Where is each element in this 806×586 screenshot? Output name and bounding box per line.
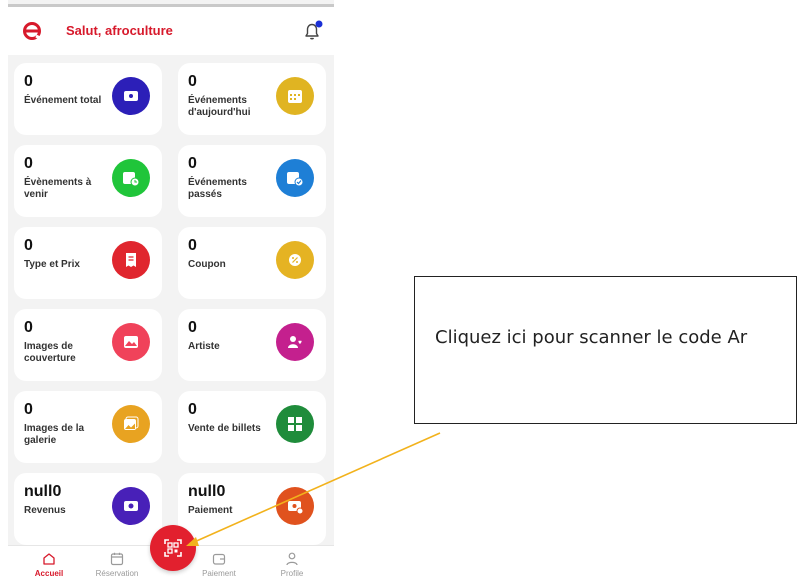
- stat-value: 0: [188, 73, 197, 90]
- stat-card[interactable]: 0 Coupon: [178, 227, 326, 299]
- stat-value: 0: [188, 155, 197, 172]
- stat-value: 0: [24, 73, 33, 90]
- stat-card[interactable]: 0 Événements passés: [178, 145, 326, 217]
- stat-label: Type et Prix: [24, 259, 80, 270]
- ticket-icon: [112, 77, 150, 115]
- stat-label: Artiste: [188, 341, 220, 352]
- stat-value: 0: [188, 237, 197, 254]
- home-icon: [43, 553, 55, 565]
- stat-card[interactable]: 0 Type et Prix: [14, 227, 162, 299]
- stat-label: Événements d'aujourd'hui: [188, 95, 251, 118]
- app-logo-icon: [23, 22, 41, 40]
- stat-value: null0: [24, 483, 62, 500]
- stat-card[interactable]: 0 Vente de billets: [178, 391, 326, 463]
- wallet-icon: [212, 553, 226, 565]
- annotation-text: Cliquez ici pour scanner le code Ar: [435, 327, 748, 348]
- stat-card[interactable]: 0 Images de couverture: [14, 309, 162, 381]
- image-icon: [112, 323, 150, 361]
- nav-label: Réservation: [95, 569, 139, 578]
- screenshot-canvas: Salut, afroculture 0 Événement total 0 Évén…: [0, 0, 806, 586]
- receipt-icon: [112, 241, 150, 279]
- stat-label: Évènements à venir: [24, 177, 92, 200]
- stat-card[interactable]: null0 Paiement: [178, 473, 326, 545]
- calendar-check-icon: [276, 159, 314, 197]
- stat-card[interactable]: 0 Évènements à venir: [14, 145, 162, 217]
- nav-item-profile[interactable]: Profile: [257, 549, 327, 578]
- stat-label: Événement total: [24, 95, 102, 106]
- stat-label: Événements passés: [188, 177, 247, 200]
- phone-screen: Salut, afroculture 0 Événement total 0 Évén…: [8, 0, 334, 586]
- app-header: Salut, afroculture: [8, 7, 334, 55]
- user-icon: [286, 552, 298, 566]
- greeting-title: Salut, afroculture: [66, 23, 173, 38]
- nav-label: Accueil: [34, 569, 64, 578]
- scan-qr-button[interactable]: [150, 525, 196, 571]
- tickets-icon: [276, 405, 314, 443]
- stat-card[interactable]: 0 Artiste: [178, 309, 326, 381]
- coupon-icon: [276, 241, 314, 279]
- stat-value: 0: [24, 155, 33, 172]
- stat-value: 0: [188, 401, 197, 418]
- stat-card[interactable]: null0 Revenus: [14, 473, 162, 545]
- stat-card[interactable]: 0 Images de la galerie: [14, 391, 162, 463]
- calendar-clock-icon: [112, 159, 150, 197]
- calendar-icon: [276, 77, 314, 115]
- nav-label: Paiement: [202, 569, 236, 578]
- stat-label: Images de couverture: [24, 341, 76, 364]
- stat-value: 0: [24, 401, 33, 418]
- stat-label: Images de la galerie: [24, 423, 85, 446]
- qr-scan-icon: [164, 539, 182, 557]
- stat-value: 0: [188, 319, 197, 336]
- stat-label: Coupon: [188, 259, 226, 270]
- stat-value: 0: [24, 319, 33, 336]
- money-icon: [112, 487, 150, 525]
- stat-value: null0: [188, 483, 226, 500]
- gallery-icon: [112, 405, 150, 443]
- stat-value: 0: [24, 237, 33, 254]
- nav-label: Profile: [280, 569, 304, 578]
- nav-item-reservation[interactable]: Réservation: [82, 549, 152, 578]
- notification-bell-icon[interactable]: [300, 19, 324, 43]
- stat-label: Revenus: [24, 505, 66, 516]
- payment-icon: [276, 487, 314, 525]
- stat-label: Vente de billets: [188, 423, 261, 434]
- stat-card[interactable]: 0 Événements d'aujourd'hui: [178, 63, 326, 135]
- stat-card[interactable]: 0 Événement total: [14, 63, 162, 135]
- calendar-icon: [110, 552, 124, 566]
- stat-label: Paiement: [188, 505, 233, 516]
- artist-icon: [276, 323, 314, 361]
- annotation-callout-box: Cliquez ici pour scanner le code Ar: [414, 276, 797, 424]
- nav-item-accueil[interactable]: Accueil: [14, 549, 84, 578]
